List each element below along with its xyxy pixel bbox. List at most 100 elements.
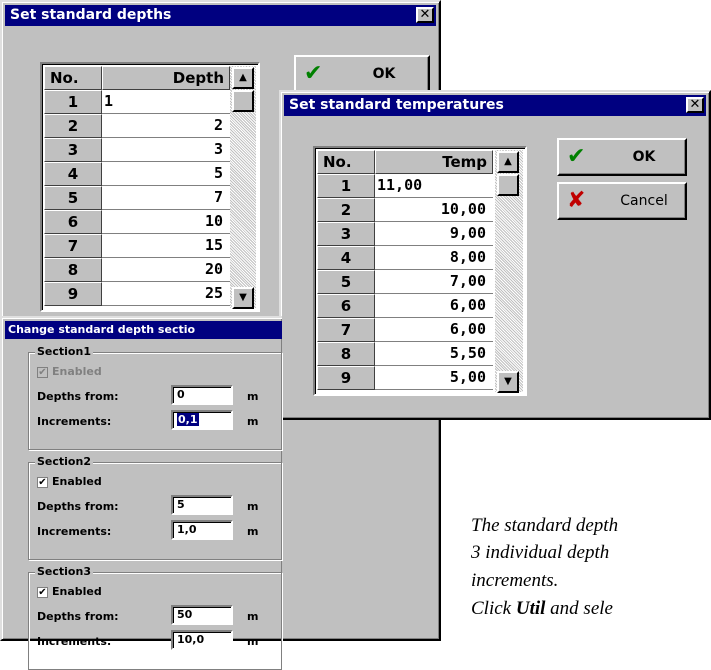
scroll-down-button[interactable]: ▼	[497, 371, 519, 393]
increments-label: Increments:	[37, 525, 112, 538]
section-group: Section1 ✔ Enabled Depths from: 0 m Increments…	[28, 345, 282, 450]
ok-button[interactable]: ✔ OK	[557, 138, 687, 176]
row-value[interactable]: 7,00	[375, 270, 493, 294]
column-header-depth[interactable]: Depth	[102, 66, 230, 90]
row-value[interactable]: 10,00	[375, 198, 493, 222]
check-icon: ✔	[567, 144, 586, 169]
row-value[interactable]: 25	[102, 282, 230, 306]
row-number: 6	[317, 294, 375, 318]
row-number: 6	[44, 210, 102, 234]
enabled-label: Enabled	[52, 585, 102, 598]
scroll-thumb[interactable]	[497, 174, 519, 196]
enabled-label: Enabled	[52, 475, 102, 488]
depths-from-field[interactable]: 50	[171, 605, 233, 625]
row-number: 7	[317, 318, 375, 342]
window-title: Set standard depths	[10, 7, 172, 23]
row-value[interactable]: 1	[102, 90, 230, 114]
row-value[interactable]: 9,00	[375, 222, 493, 246]
ok-label: OK	[372, 66, 396, 82]
unit-label: m	[247, 390, 259, 403]
row-number: 2	[317, 198, 375, 222]
unit-label: m	[247, 525, 259, 538]
section-label: Section3	[35, 565, 93, 578]
chevron-up-icon: ▲	[504, 156, 512, 167]
ok-button[interactable]: ✔ OK	[294, 55, 430, 93]
row-value[interactable]: 11,00	[375, 174, 493, 198]
depth-section-window: Change standard depth sectio Section1 ✔ En…	[0, 316, 282, 670]
chevron-down-icon: ▼	[239, 292, 247, 303]
row-value[interactable]: 5,00	[375, 366, 493, 390]
row-value[interactable]: 6,00	[375, 294, 493, 318]
row-number: 7	[44, 234, 102, 258]
cross-icon: ✘	[567, 188, 586, 213]
row-value[interactable]: 15	[102, 234, 230, 258]
section-label: Section1	[35, 345, 93, 358]
increments-field[interactable]: 0,1	[171, 410, 233, 430]
column-header-temp[interactable]: Temp	[375, 150, 493, 174]
cancel-button[interactable]: ✘ Cancel	[557, 182, 687, 220]
increments-field[interactable]: 1,0	[171, 520, 233, 540]
checkbox-box[interactable]: ✔	[37, 366, 48, 378]
unit-label: m	[247, 415, 259, 428]
row-value[interactable]: 8,00	[375, 246, 493, 270]
row-number: 1	[44, 90, 102, 114]
caption-text: and sele	[545, 598, 613, 619]
row-number: 9	[44, 282, 102, 306]
row-value[interactable]: 5,50	[375, 342, 493, 366]
scroll-up-button[interactable]: ▲	[232, 67, 254, 89]
row-number: 4	[317, 246, 375, 270]
column-header-no[interactable]: No.	[317, 150, 375, 174]
row-number: 2	[44, 114, 102, 138]
increments-label: Increments:	[37, 635, 112, 648]
section-label: Section2	[35, 455, 93, 468]
increments-label: Increments:	[37, 415, 112, 428]
ok-label: OK	[632, 149, 656, 165]
scroll-down-button[interactable]: ▼	[232, 287, 254, 309]
caption-line-3: increments.	[471, 570, 559, 591]
depths-from-field[interactable]: 5	[171, 495, 233, 515]
title-bar: Change standard depth sectio	[5, 321, 282, 339]
enabled-checkbox[interactable]: ✔ Enabled	[37, 475, 102, 488]
caption-line-4: Click Util and sele	[471, 598, 711, 620]
unit-label: m	[247, 610, 259, 623]
row-value[interactable]: 5	[102, 162, 230, 186]
row-value[interactable]: 7	[102, 186, 230, 210]
standard-temperatures-window: Set standard temperatures ✕ No. Temp 1 11…	[279, 90, 711, 420]
close-icon[interactable]: ✕	[686, 97, 704, 113]
unit-label: m	[247, 500, 259, 513]
row-number: 8	[44, 258, 102, 282]
enabled-label: Enabled	[52, 365, 102, 378]
unit-label: m	[247, 635, 259, 648]
caption-text: Click	[471, 598, 516, 619]
chevron-down-icon: ▼	[504, 376, 512, 387]
row-value[interactable]: 3	[102, 138, 230, 162]
row-number: 5	[317, 270, 375, 294]
enabled-checkbox[interactable]: ✔ Enabled	[37, 365, 102, 378]
row-value[interactable]: 2	[102, 114, 230, 138]
depths-from-label: Depths from:	[37, 610, 119, 623]
row-value[interactable]: 6,00	[375, 318, 493, 342]
temperature-grid: No. Temp 1 11,00 2 10,00 3 9,00 4 8,00 5 7,00 6 6,0…	[313, 146, 527, 396]
enabled-checkbox[interactable]: ✔ Enabled	[37, 585, 102, 598]
chevron-up-icon: ▲	[239, 72, 247, 83]
row-value[interactable]: 20	[102, 258, 230, 282]
column-header-no[interactable]: No.	[44, 66, 102, 90]
depths-from-field[interactable]: 0	[171, 385, 233, 405]
selected-field-text[interactable]: 0,1	[177, 413, 199, 426]
window-title: Change standard depth sectio	[8, 323, 196, 336]
row-number: 8	[317, 342, 375, 366]
depths-from-label: Depths from:	[37, 390, 119, 403]
increments-field[interactable]: 10,0	[171, 630, 233, 650]
section-group: Section3 ✔ Enabled Depths from: 50 m Increment…	[28, 565, 282, 670]
depths-from-label: Depths from:	[37, 500, 119, 513]
scroll-up-button[interactable]: ▲	[497, 151, 519, 173]
checkbox-box[interactable]: ✔	[37, 586, 48, 598]
row-number: 1	[317, 174, 375, 198]
checkbox-box[interactable]: ✔	[37, 476, 48, 488]
caption-line-2: 3 individual depth	[471, 542, 610, 563]
close-icon[interactable]: ✕	[416, 7, 434, 23]
row-value[interactable]: 10	[102, 210, 230, 234]
title-bar: Set standard depths ✕	[5, 5, 436, 26]
window-title: Set standard temperatures	[289, 97, 504, 113]
scroll-thumb[interactable]	[232, 90, 254, 112]
